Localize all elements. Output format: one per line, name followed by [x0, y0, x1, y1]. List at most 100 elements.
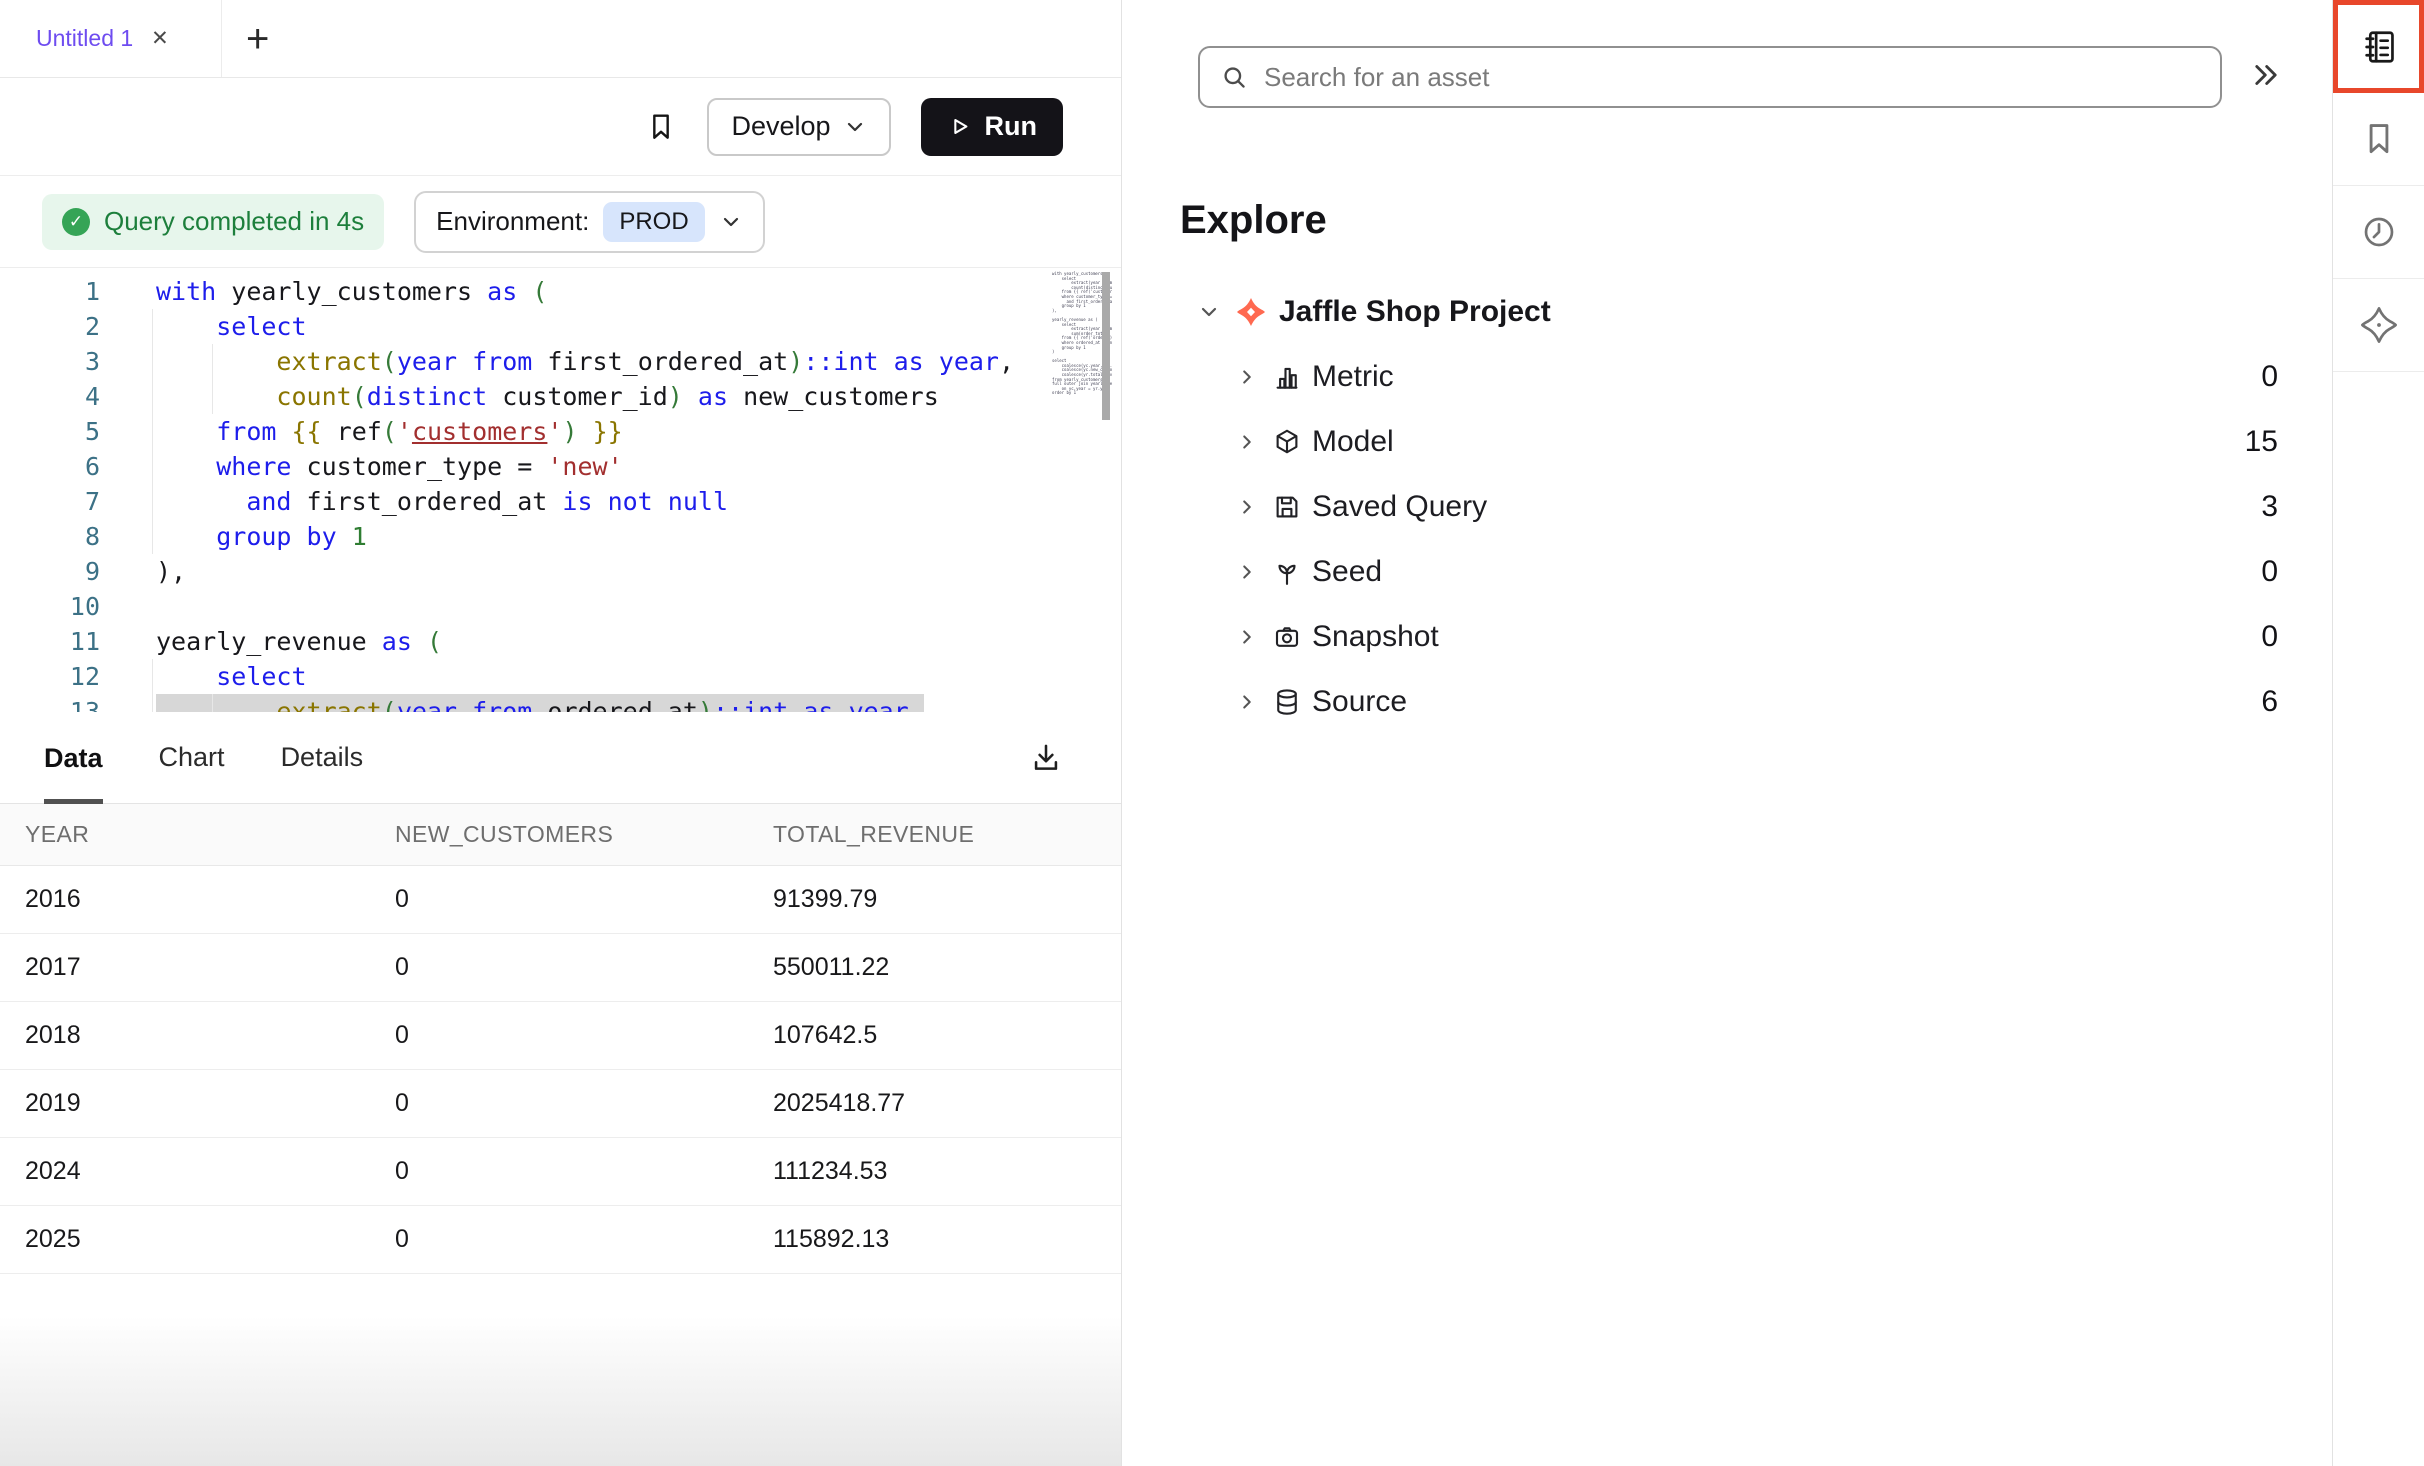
chevron-right-icon[interactable] — [1236, 431, 1258, 453]
bookmark-icon[interactable] — [645, 111, 677, 143]
chevron-right-icon[interactable] — [1236, 366, 1258, 388]
table-row[interactable]: 20170550011.22 — [0, 934, 1121, 1002]
new-tab-button[interactable]: + — [246, 19, 269, 59]
environment-value-badge: PROD — [603, 202, 704, 242]
code-line[interactable]: 4 count(distinct customer_id) as new_cus… — [0, 379, 1121, 414]
develop-dropdown[interactable]: Develop — [707, 98, 890, 156]
item-label: Metric — [1312, 360, 1394, 394]
asset-search-box[interactable] — [1198, 46, 2222, 108]
results-tab-details[interactable]: Details — [281, 712, 364, 803]
table-cell: 2019 — [25, 1089, 395, 1118]
code-line[interactable]: 3 extract(year from first_ordered_at)::i… — [0, 344, 1121, 379]
column-header: YEAR — [25, 821, 395, 848]
code-line[interactable]: 7 and first_ordered_at is not null — [0, 484, 1121, 519]
line-number: 3 — [0, 344, 100, 379]
close-tab-icon[interactable]: ✕ — [151, 26, 169, 51]
table-row[interactable]: 20250115892.13 — [0, 1206, 1121, 1274]
code-line[interactable]: 6 where customer_type = 'new' — [0, 449, 1121, 484]
code-line[interactable]: 10 — [0, 589, 1121, 624]
chevron-right-icon[interactable] — [1236, 626, 1258, 648]
right-icon-rail — [2332, 0, 2424, 1466]
item-count: 6 — [2261, 685, 2278, 719]
query-status-badge: ✓ Query completed in 4s — [42, 194, 384, 250]
item-count: 15 — [2245, 425, 2278, 459]
dbt-logo-outline-icon — [2360, 306, 2398, 344]
chevron-right-icon[interactable] — [1236, 561, 1258, 583]
code-line[interactable]: 12 select — [0, 659, 1121, 694]
editor-pane: Untitled 1 ✕ + Develop Run ✓ Query compl… — [0, 0, 1122, 1466]
explore-item-saved-query[interactable]: Saved Query3 — [1123, 474, 2278, 539]
tab-untitled-1[interactable]: Untitled 1 ✕ — [0, 0, 222, 77]
code-line[interactable]: 11yearly_revenue as ( — [0, 624, 1121, 659]
play-icon — [947, 114, 972, 139]
code-line[interactable]: 1with yearly_customers as ( — [0, 274, 1121, 309]
line-number: 5 — [0, 414, 100, 449]
tree-node-jaffle-shop-project[interactable]: Jaffle Shop Project — [1123, 280, 2278, 344]
results-tab-data[interactable]: Data — [44, 712, 103, 804]
table-cell: 2025418.77 — [773, 1089, 1121, 1118]
item-count: 0 — [2261, 620, 2278, 654]
run-label: Run — [985, 111, 1037, 142]
explore-item-metric[interactable]: Metric0 — [1123, 344, 2278, 409]
table-cell: 2024 — [25, 1157, 395, 1186]
results-tabs: Data Chart Details — [0, 712, 363, 803]
indent-guide — [212, 694, 213, 712]
code-text: and first_ordered_at is not null — [156, 484, 728, 519]
table-row[interactable]: 20240111234.53 — [0, 1138, 1121, 1206]
code-text: extract(year from first_ordered_at)::int… — [156, 344, 1014, 379]
rail-bookmark-button[interactable] — [2333, 93, 2424, 186]
item-count: 0 — [2261, 555, 2278, 589]
explore-item-model[interactable]: Model15 — [1123, 409, 2278, 474]
page-title: Explore — [1180, 198, 1327, 243]
explore-item-snapshot[interactable]: Snapshot 0 — [1123, 604, 2278, 669]
line-number: 10 — [0, 589, 100, 624]
code-line[interactable]: 13 extract(year from ordered_at)::int as… — [0, 694, 1121, 712]
line-number: 9 — [0, 554, 100, 589]
table-row[interactable]: 2016091399.79 — [0, 866, 1121, 934]
download-icon[interactable] — [1029, 741, 1063, 775]
dbt-logo-icon — [1235, 296, 1267, 328]
indent-guide — [212, 344, 213, 414]
history-clock-icon — [2360, 213, 2398, 251]
rail-catalog-notebook-button[interactable] — [2333, 0, 2424, 93]
rail-history-clock-button[interactable] — [2333, 186, 2424, 279]
table-cell: 107642.5 — [773, 1021, 1121, 1050]
code-text: extract(year from ordered_at)::int as ye… — [156, 694, 924, 712]
column-header: TOTAL_REVENUE — [773, 821, 1121, 848]
code-line[interactable]: 2 select — [0, 309, 1121, 344]
indent-guide — [152, 309, 153, 554]
code-line[interactable]: 9), — [0, 554, 1121, 589]
table-cell: 0 — [395, 1225, 773, 1254]
chevron-down-icon[interactable] — [1197, 300, 1221, 324]
environment-selector[interactable]: Environment: PROD — [414, 191, 765, 253]
results-tab-chart[interactable]: Chart — [159, 712, 225, 803]
sql-code-editor[interactable]: 1with yearly_customers as (2 select3 ext… — [0, 268, 1121, 712]
query-status-text: Query completed in 4s — [104, 206, 364, 237]
collapse-panel-icon[interactable] — [2249, 58, 2283, 92]
line-number: 8 — [0, 519, 100, 554]
tab-bar: Untitled 1 ✕ + — [0, 0, 1121, 78]
editor-scrollbar[interactable] — [1102, 272, 1110, 420]
code-line[interactable]: 8 group by 1 — [0, 519, 1121, 554]
explore-item-seed[interactable]: Seed0 — [1123, 539, 2278, 604]
search-input[interactable] — [1264, 62, 2204, 93]
asset-tree: Jaffle Shop Project Metric0Model15Saved … — [1123, 280, 2278, 734]
code-text: count(distinct customer_id) as new_custo… — [156, 379, 939, 414]
line-number: 6 — [0, 449, 100, 484]
run-button[interactable]: Run — [921, 98, 1063, 156]
code-text: from {{ ref('customers') }} — [156, 414, 623, 449]
code-text: ), — [156, 554, 186, 589]
code-line[interactable]: 5 from {{ ref('customers') }} — [0, 414, 1121, 449]
table-cell: 111234.53 — [773, 1157, 1121, 1186]
rail-dbt-logo-outline-button[interactable] — [2333, 279, 2424, 372]
bookmark-icon — [2360, 120, 2398, 158]
item-label: Snapshot — [1312, 620, 1439, 654]
snapshot-icon — [1272, 622, 1302, 652]
seed-icon — [1272, 557, 1302, 587]
chevron-right-icon[interactable] — [1236, 496, 1258, 518]
code-text: group by 1 — [156, 519, 367, 554]
explore-item-source[interactable]: Source6 — [1123, 669, 2278, 734]
table-row[interactable]: 20180107642.5 — [0, 1002, 1121, 1070]
table-row[interactable]: 201902025418.77 — [0, 1070, 1121, 1138]
chevron-right-icon[interactable] — [1236, 691, 1258, 713]
